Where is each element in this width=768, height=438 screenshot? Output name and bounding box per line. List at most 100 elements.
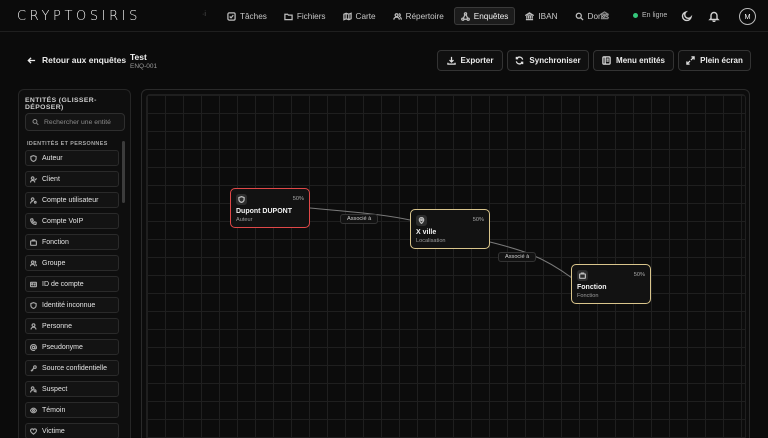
sync-label: Synchroniser — [529, 56, 581, 65]
entity-item-label: Victime — [42, 427, 65, 435]
app-logo[interactable]: CRYPTOSIRIS — [17, 9, 141, 24]
graph-canvas[interactable]: Associé à Associé à 50% Dupont DUPONT Au… — [141, 89, 750, 438]
nav-item-label: Enquêtes — [473, 11, 509, 21]
entity-item-source-confidentielle[interactable]: Source confidentielle — [25, 360, 119, 376]
entity-item-fonction[interactable]: Fonction — [25, 234, 119, 250]
entity-item-label: Auteur — [42, 154, 63, 162]
entity-item-identite-inconnue[interactable]: Identité inconnue — [25, 297, 119, 313]
entity-item-client[interactable]: Client — [25, 171, 119, 187]
bank-icon — [525, 11, 535, 20]
entity-search-input[interactable] — [44, 118, 124, 126]
heart-icon — [30, 427, 37, 435]
users-icon — [392, 12, 402, 20]
connection-status: En ligne — [633, 12, 667, 19]
briefcase-icon — [30, 238, 37, 246]
status-dot-icon — [633, 13, 638, 18]
entity-item-id-de-compte[interactable]: ID de compte — [25, 276, 119, 292]
arrow-left-icon — [27, 56, 36, 64]
entity-palette-title: ENTITÉS (GLISSER-DÉPOSER) — [25, 97, 97, 111]
folder-icon — [284, 13, 293, 20]
entity-item-label: Personne — [42, 322, 72, 330]
entity-item-auteur[interactable]: Auteur — [25, 150, 119, 166]
fullscreen-button[interactable]: Plein écran — [678, 50, 751, 71]
node-icon — [577, 270, 588, 281]
user-avatar[interactable]: M — [739, 8, 756, 25]
node-title: X ville — [416, 229, 437, 236]
entity-item-label: Compte utilisateur — [42, 196, 99, 204]
users-icon — [30, 259, 37, 266]
building-icon — [598, 11, 611, 20]
entity-item-suspect[interactable]: Suspect — [25, 381, 119, 397]
entity-item-label: Source confidentielle — [42, 364, 107, 372]
entity-item-label: Pseudonyme — [42, 343, 83, 351]
graph-node-dupont[interactable]: 50% Dupont DUPONT Auteur — [230, 188, 310, 228]
entity-item-pseudonyme[interactable]: Pseudonyme — [25, 339, 119, 355]
nav-item-label: Répertoire — [405, 11, 444, 21]
entity-item-label: Suspect — [42, 385, 68, 393]
id-card-icon — [30, 281, 37, 287]
map-icon — [342, 11, 352, 21]
entity-item-victime[interactable]: Victime — [25, 423, 119, 438]
graph-node-x-ville[interactable]: 50% X ville Localisation — [410, 209, 490, 249]
shield-user-icon — [30, 154, 37, 162]
nav-extra-bank-icon[interactable] — [598, 11, 611, 22]
section-heading: IDENTITÉS ET PERSONNES — [27, 141, 108, 147]
entities-menu-label: Menu entités — [616, 56, 665, 65]
entity-item-label: Compte VoIP — [42, 217, 84, 225]
entity-item-personne[interactable]: Personne — [25, 318, 119, 334]
nav-separator: ·i — [202, 11, 206, 18]
entity-search — [25, 113, 125, 131]
at-sign-icon — [30, 343, 37, 351]
search-icon — [32, 118, 39, 126]
theme-toggle-button[interactable] — [681, 10, 693, 22]
scrollbar-thumb[interactable] — [122, 141, 125, 203]
entity-item-groupe[interactable]: Groupe — [25, 255, 119, 271]
bell-icon — [708, 11, 720, 23]
export-button[interactable]: Exporter — [437, 50, 503, 71]
user-cog-icon — [30, 196, 37, 204]
node-subtitle: Fonction — [577, 293, 599, 299]
nav-item-iban[interactable]: IBAN — [518, 7, 564, 25]
node-confidence: 50% — [472, 217, 484, 223]
node-title: Fonction — [577, 284, 607, 291]
sync-button[interactable]: Synchroniser — [507, 50, 589, 71]
download-icon — [446, 56, 456, 65]
network-icon — [460, 11, 470, 21]
node-confidence: 50% — [292, 196, 304, 202]
entity-item-label: Fonction — [42, 238, 69, 246]
shield-user-icon — [238, 196, 245, 203]
export-label: Exporter — [460, 56, 494, 65]
entity-item-label: Identité inconnue — [42, 301, 96, 309]
nav-item-repertoire[interactable]: Répertoire — [386, 7, 451, 25]
entity-item-temoin[interactable]: Témoin — [25, 402, 119, 418]
entity-item-label: ID de compte — [42, 280, 84, 288]
entities-menu-button[interactable]: Menu entités — [593, 50, 674, 71]
notifications-button[interactable] — [708, 10, 720, 23]
edge-label[interactable]: Associé à — [340, 214, 379, 224]
top-navbar: CRYPTOSIRIS ·i Tâches Fichiers Carte Rép… — [0, 0, 768, 32]
back-to-cases-link[interactable]: Retour aux enquêtes — [27, 55, 126, 65]
briefcase-icon — [579, 272, 586, 279]
graph-node-fonction[interactable]: 50% Fonction Fonction — [571, 264, 651, 304]
entity-list-scrollbar[interactable] — [122, 141, 125, 438]
entity-item-compte-voip[interactable]: Compte VoIP — [25, 213, 119, 229]
user-search-icon — [30, 385, 37, 393]
edge-label[interactable]: Associé à — [498, 252, 537, 262]
nav-item-carte[interactable]: Carte — [336, 7, 383, 25]
nav-item-taches[interactable]: Tâches — [220, 7, 274, 25]
entity-item-compte-utilisateur[interactable]: Compte utilisateur — [25, 192, 119, 208]
main-nav: Tâches Fichiers Carte Répertoire Enquête… — [220, 7, 616, 25]
entity-list: Auteur Client Compte utilisateur Compte … — [25, 150, 119, 438]
eye-icon — [30, 407, 37, 413]
key-icon — [30, 364, 37, 372]
user-icon — [30, 322, 37, 330]
node-icon — [416, 215, 427, 226]
nav-item-enquetes[interactable]: Enquêtes — [453, 7, 516, 25]
user-check-icon — [30, 175, 37, 183]
map-pin-icon — [418, 217, 425, 224]
node-icon — [236, 194, 247, 205]
fullscreen-label: Plein écran — [700, 56, 743, 65]
entity-item-label: Client — [42, 175, 60, 183]
nav-item-fichiers[interactable]: Fichiers — [277, 7, 333, 25]
node-confidence: 50% — [633, 272, 645, 278]
